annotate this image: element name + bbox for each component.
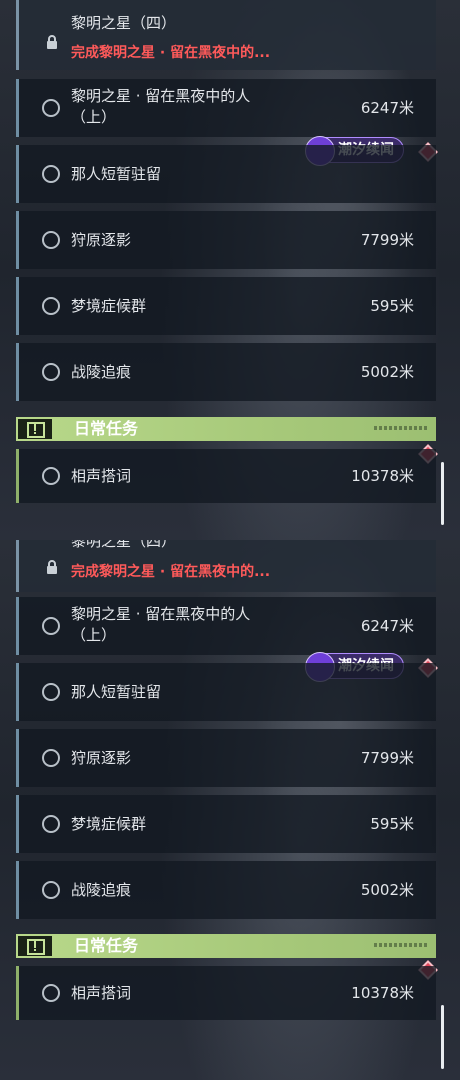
locked-quest-card[interactable]: 黎明之星（四） 完成黎明之星 · 留在黑夜中的... xyxy=(16,0,436,70)
quest-title-continued: （上） xyxy=(71,626,117,644)
radio-circle-icon xyxy=(42,815,60,833)
quest-distance: 5002米 xyxy=(360,363,414,381)
quest-item[interactable]: 狩原逐影 7799米 xyxy=(16,211,436,269)
locked-quest-requirement: 完成黎明之星 · 留在黑夜中的... xyxy=(71,564,271,580)
locked-quest-title: 黎明之星（四） xyxy=(71,14,177,32)
alert-square-icon xyxy=(18,419,52,439)
locked-quest-requirement: 完成黎明之星 · 留在黑夜中的... xyxy=(71,45,271,61)
quest-distance: 5002米 xyxy=(360,881,414,899)
quest-distance: 6247米 xyxy=(360,617,414,635)
quest-title: 战陵追痕 xyxy=(71,363,132,381)
quest-list-panel-bottom: 黎明之星（四） 完成黎明之星 · 留在黑夜中的... 黎明之星 · 留在黑夜中的… xyxy=(0,540,460,1080)
quest-distance: 7799米 xyxy=(360,749,414,767)
quest-title: 相声搭词 xyxy=(71,984,132,1002)
radio-circle-icon xyxy=(42,363,60,381)
daily-quest-item[interactable]: 相声搭词 10378米 xyxy=(16,966,436,1020)
locked-quest-title: 黎明之星（四） xyxy=(71,540,177,550)
quest-title: 战陵追痕 xyxy=(71,881,132,899)
quest-list-panel-top: 黎明之星（四） 完成黎明之星 · 留在黑夜中的... 黎明之星 · 留在黑夜中的… xyxy=(0,0,460,540)
radio-circle-icon xyxy=(42,165,60,183)
daily-quests-header[interactable]: 日常任务 xyxy=(16,934,436,958)
quest-title: 那人短暂驻留 xyxy=(71,165,162,183)
quest-item[interactable]: 那人短暂驻留 xyxy=(16,663,436,721)
quest-distance: 7799米 xyxy=(360,231,414,249)
radio-circle-icon xyxy=(42,467,60,485)
quest-item[interactable]: 战陵追痕 5002米 xyxy=(16,861,436,919)
lock-icon xyxy=(47,35,57,49)
quest-item[interactable]: 梦境症候群 595米 xyxy=(16,795,436,853)
radio-circle-icon xyxy=(42,984,60,1002)
quest-title: 黎明之星 · 留在黑夜中的人 xyxy=(71,87,251,105)
lock-icon xyxy=(47,560,57,574)
quest-item[interactable]: 那人短暂驻留 xyxy=(16,145,436,203)
quest-title: 那人短暂驻留 xyxy=(71,683,162,701)
quest-item[interactable]: 狩原逐影 7799米 xyxy=(16,729,436,787)
quest-distance: 6247米 xyxy=(360,99,414,117)
radio-circle-icon xyxy=(42,881,60,899)
daily-quests-label: 日常任务 xyxy=(74,419,139,438)
quest-distance: 595米 xyxy=(370,297,414,315)
quest-item[interactable]: 战陵追痕 5002米 xyxy=(16,343,436,401)
daily-quests-header[interactable]: 日常任务 xyxy=(16,417,436,441)
quest-title: 相声搭词 xyxy=(71,467,132,485)
quest-title: 狩原逐影 xyxy=(71,231,132,249)
radio-circle-icon xyxy=(42,297,60,315)
radio-circle-icon xyxy=(42,683,60,701)
daily-quest-item[interactable]: 相声搭词 10378米 xyxy=(16,449,436,503)
quest-title: 狩原逐影 xyxy=(71,749,132,767)
locked-quest-card[interactable]: 黎明之星（四） 完成黎明之星 · 留在黑夜中的... xyxy=(16,540,436,592)
quest-distance: 10378米 xyxy=(351,984,414,1002)
quest-distance: 10378米 xyxy=(351,467,414,485)
quest-title: 梦境症候群 xyxy=(71,815,147,833)
daily-quests-label: 日常任务 xyxy=(74,936,139,955)
radio-circle-icon xyxy=(42,99,60,117)
quest-item[interactable]: 黎明之星 · 留在黑夜中的人 （上） 6247米 xyxy=(16,79,436,137)
quest-title: 梦境症候群 xyxy=(71,297,147,315)
scrollbar-thumb[interactable] xyxy=(441,462,444,525)
quest-title-continued: （上） xyxy=(71,108,117,126)
quest-title: 黎明之星 · 留在黑夜中的人 xyxy=(71,605,251,623)
alert-square-icon xyxy=(18,936,52,956)
radio-circle-icon xyxy=(42,617,60,635)
radio-circle-icon xyxy=(42,749,60,767)
scrollbar-thumb[interactable] xyxy=(441,1005,444,1069)
quest-item[interactable]: 黎明之星 · 留在黑夜中的人 （上） 6247米 xyxy=(16,597,436,655)
header-decoration xyxy=(374,943,428,947)
quest-item[interactable]: 梦境症候群 595米 xyxy=(16,277,436,335)
header-decoration xyxy=(374,426,428,430)
radio-circle-icon xyxy=(42,231,60,249)
quest-distance: 595米 xyxy=(370,815,414,833)
